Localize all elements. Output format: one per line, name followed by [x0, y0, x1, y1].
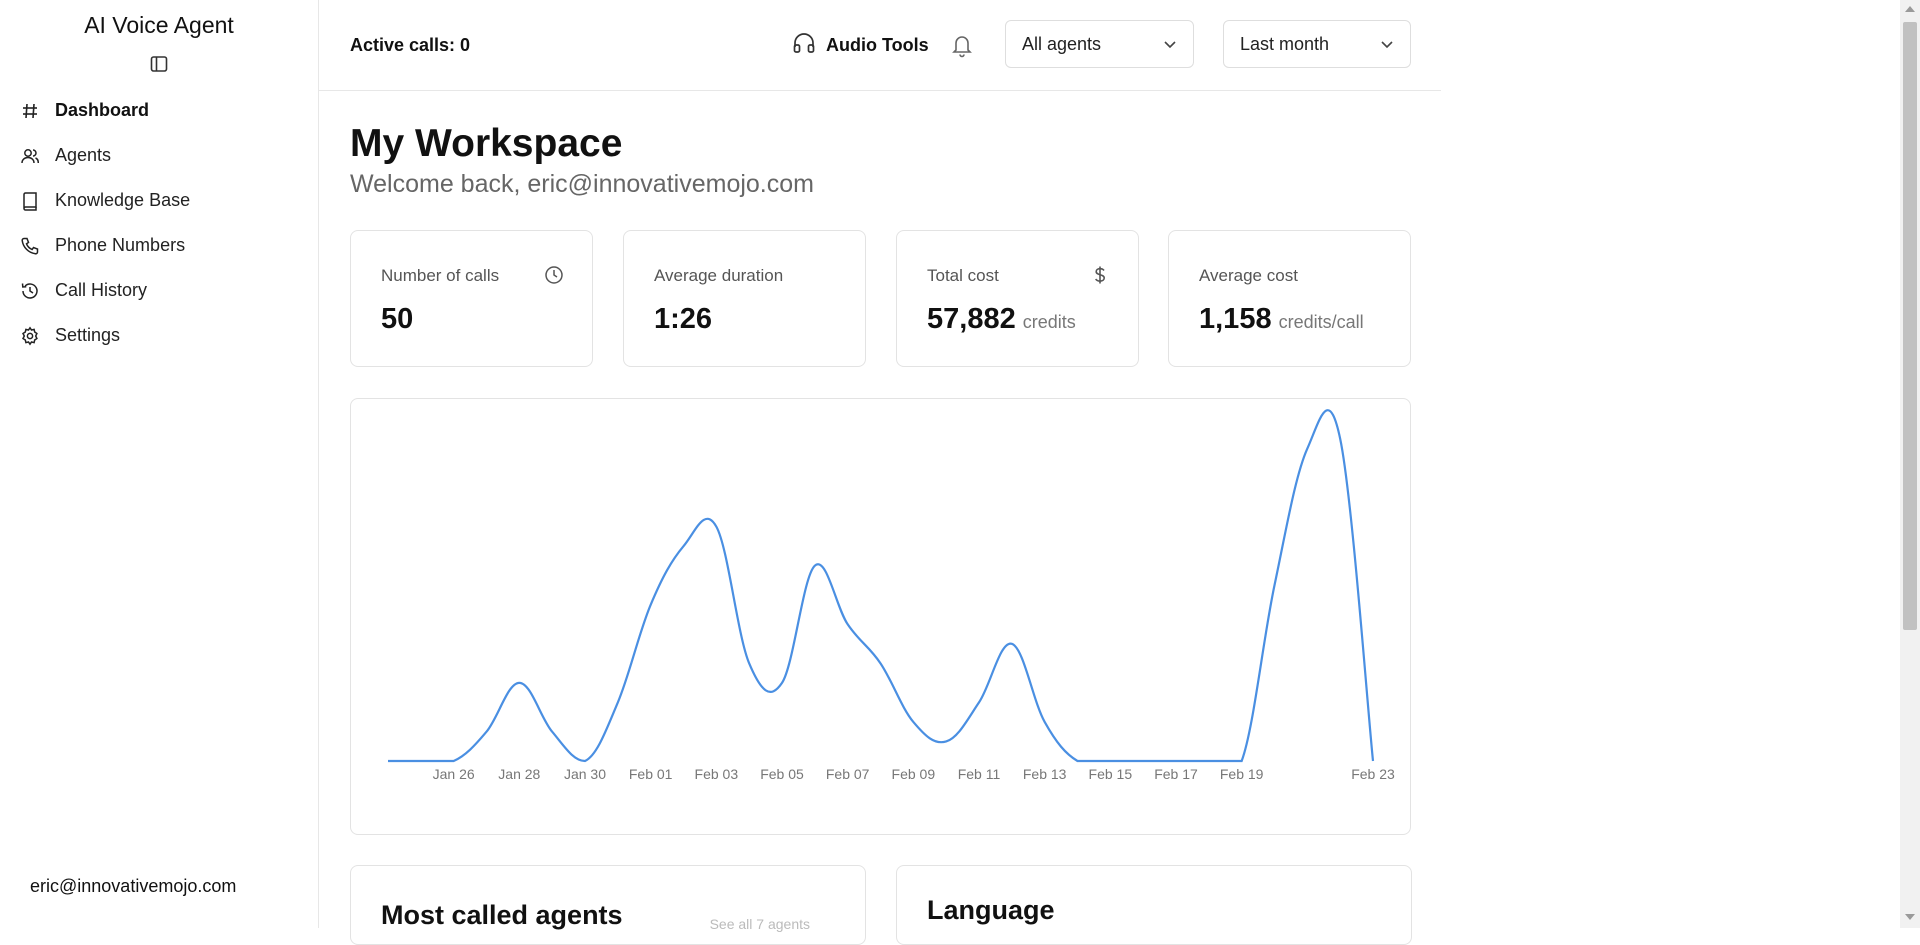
- period-filter-value: Last month: [1240, 33, 1330, 54]
- stat-label: Total cost: [927, 266, 999, 285]
- stat-label: Average cost: [1199, 266, 1298, 285]
- hash-icon: [20, 101, 40, 121]
- history-icon: [20, 281, 40, 301]
- sidebar-item-label: Settings: [55, 325, 121, 345]
- x-tick-label: Jan 26: [433, 766, 475, 782]
- agent-filter-value: All agents: [1022, 33, 1102, 54]
- app-title: AI Voice Agent: [84, 12, 234, 38]
- x-tick-label: Feb 01: [629, 766, 673, 782]
- bell-icon[interactable]: [950, 32, 974, 58]
- scroll-down-arrow[interactable]: [1905, 914, 1915, 920]
- x-tick-label: Feb 23: [1351, 766, 1395, 782]
- sidebar: AI Voice Agent Dashboard Agents Knowledg…: [0, 0, 319, 928]
- stat-value: 1:26: [654, 303, 712, 336]
- users-icon: [20, 146, 40, 166]
- x-tick-label: Feb 15: [1089, 766, 1133, 782]
- language-card: Language: [896, 865, 1412, 945]
- x-tick-label: Feb 05: [760, 766, 804, 782]
- stat-value: 50: [381, 303, 413, 336]
- sidebar-item-dashboard[interactable]: Dashboard: [0, 88, 318, 133]
- sidebar-toggle-icon[interactable]: [149, 54, 169, 74]
- stat-unit: credits: [1022, 312, 1076, 332]
- stat-number: 1:26: [654, 303, 713, 335]
- x-tick-label: Jan 30: [564, 766, 606, 782]
- x-tick-label: Feb 07: [826, 766, 870, 782]
- stat-value: 57,882 credits: [927, 303, 1076, 336]
- stat-card-duration: Average duration 1:26: [623, 230, 866, 367]
- x-tick-label: Feb 13: [1023, 766, 1067, 782]
- x-tick-label: Feb 03: [695, 766, 739, 782]
- see-all-agents-link[interactable]: See all 7 agents: [710, 916, 810, 932]
- stat-number: 57,882: [927, 303, 1016, 335]
- user-email[interactable]: eric@innovativemojo.com: [30, 876, 236, 897]
- sidebar-item-knowledge-base[interactable]: Knowledge Base: [0, 178, 318, 223]
- most-called-agents-title: Most called agents: [381, 900, 623, 930]
- period-filter-select[interactable]: Last month: [1223, 20, 1411, 68]
- sidebar-item-label: Dashboard: [55, 100, 150, 120]
- calls-chart-card: Jan 26 Jan 28 Jan 30 Feb 01 Feb 03 Feb 05 Feb …: [350, 398, 1411, 835]
- sidebar-item-settings[interactable]: Settings: [0, 313, 318, 358]
- x-tick-label: Jan 28: [498, 766, 540, 782]
- clock-icon: [544, 265, 564, 285]
- stat-number: 50: [381, 303, 414, 335]
- top-header: Active calls: 0 Audio Tools All agents L…: [319, 0, 1441, 91]
- sidebar-item-call-history[interactable]: Call History: [0, 268, 318, 313]
- stat-card-calls: Number of calls 50: [350, 230, 593, 367]
- most-called-agents-card: Most called agents See all 7 agents: [350, 865, 866, 945]
- stat-card-total-cost: Total cost 57,882 credits: [896, 230, 1139, 367]
- headphones-icon: [792, 32, 816, 59]
- agent-filter-select[interactable]: All agents: [1005, 20, 1194, 68]
- x-tick-label: Feb 19: [1220, 766, 1264, 782]
- sidebar-item-label: Phone Numbers: [55, 235, 186, 255]
- sidebar-item-agents[interactable]: Agents: [0, 133, 318, 178]
- stat-card-average-cost: Average cost 1,158 credits/call: [1168, 230, 1411, 367]
- audio-tools-button[interactable]: Audio Tools: [792, 32, 929, 59]
- sidebar-item-label: Agents: [55, 145, 112, 165]
- gear-icon: [20, 325, 40, 346]
- scroll-thumb[interactable]: [1903, 22, 1917, 630]
- x-tick-label: Feb 09: [892, 766, 936, 782]
- calls-line-chart: Jan 26 Jan 28 Jan 30 Feb 01 Feb 03 Feb 05 Feb …: [387, 409, 1395, 782]
- stat-label: Average duration: [654, 266, 784, 285]
- stat-value: 1,158 credits/call: [1199, 303, 1364, 336]
- stat-label: Number of calls: [381, 266, 500, 285]
- x-tick-label: Feb 17: [1154, 766, 1198, 782]
- active-calls-status: Active calls: 0: [350, 35, 471, 55]
- phone-icon: [20, 236, 40, 256]
- calls-series-line: [387, 409, 1375, 763]
- dollar-icon: [1090, 265, 1110, 285]
- page-scrollbar[interactable]: [1900, 0, 1920, 928]
- scroll-up-arrow[interactable]: [1905, 6, 1915, 12]
- book-icon: [20, 191, 40, 211]
- sidebar-item-phone-numbers[interactable]: Phone Numbers: [0, 223, 318, 268]
- audio-tools-label: Audio Tools: [826, 35, 929, 55]
- chevron-down-icon: [1163, 34, 1177, 55]
- welcome-text: Welcome back, eric@innovativemojo.com: [350, 170, 814, 198]
- stat-unit: credits/call: [1278, 312, 1364, 332]
- stat-number: 1,158: [1199, 303, 1272, 335]
- x-tick-label: Feb 11: [958, 766, 1001, 782]
- sidebar-item-label: Knowledge Base: [55, 190, 191, 210]
- language-title: Language: [927, 895, 1055, 925]
- sidebar-nav: Dashboard Agents Knowledge Base Phone Nu…: [0, 88, 318, 358]
- chevron-down-icon: [1380, 34, 1394, 55]
- page-title: My Workspace: [350, 122, 623, 165]
- sidebar-item-label: Call History: [55, 280, 148, 300]
